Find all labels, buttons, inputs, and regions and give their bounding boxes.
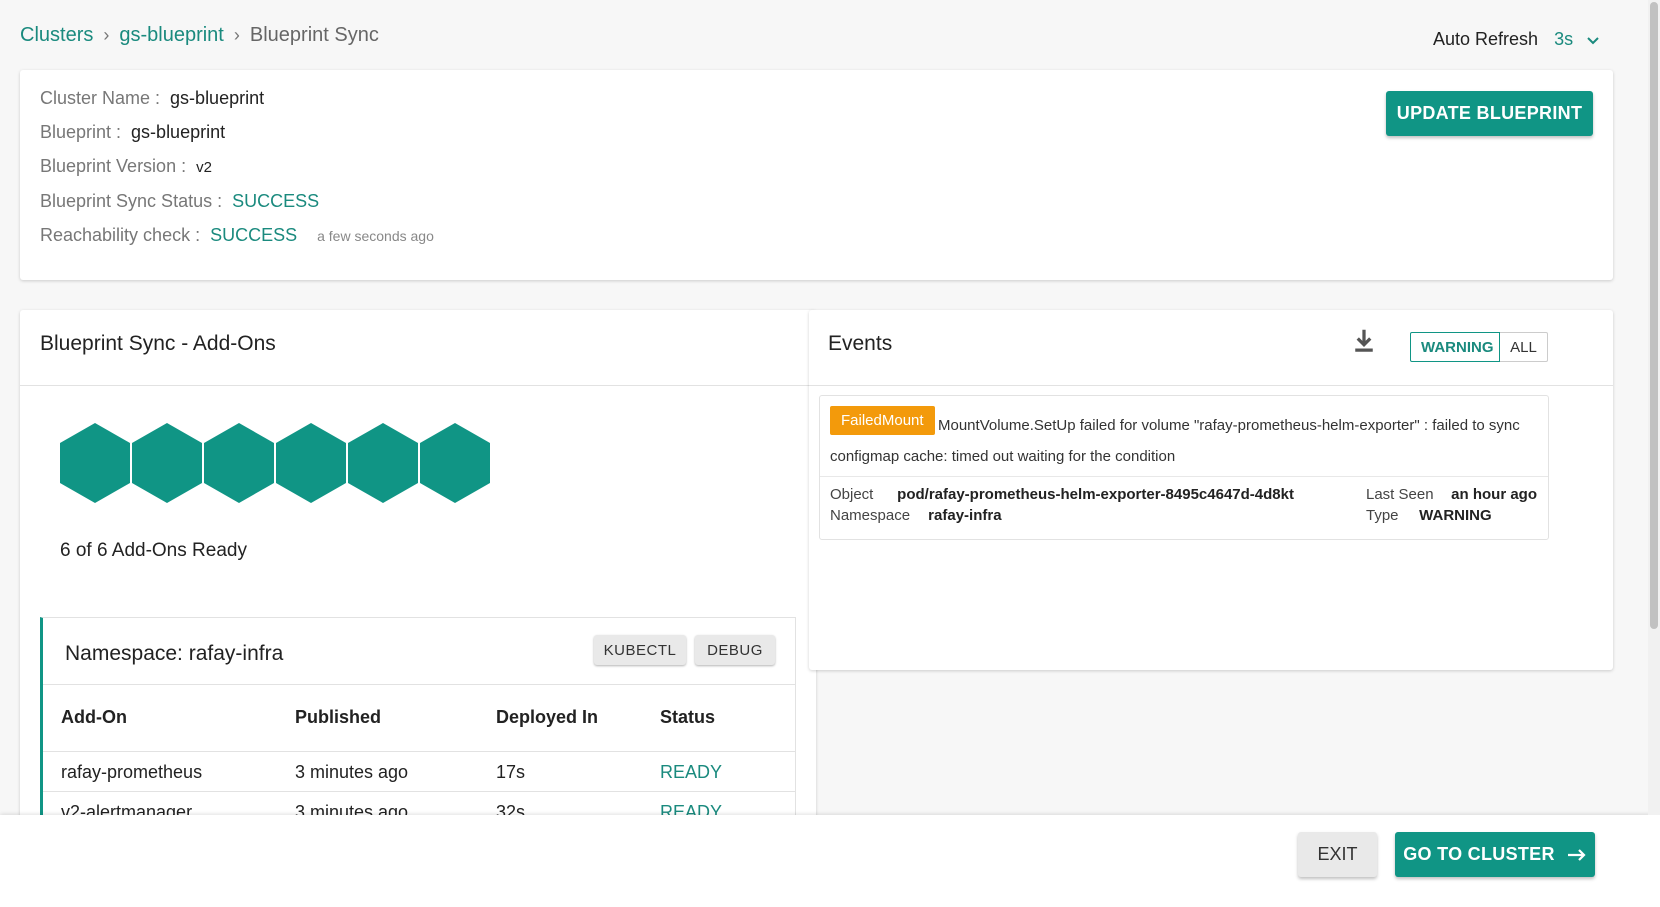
- event-message: MountVolume.SetUp failed for volume "raf…: [830, 417, 1520, 465]
- breadcrumb-clusters-link[interactable]: Clusters: [20, 24, 93, 47]
- exit-button[interactable]: EXIT: [1298, 832, 1377, 877]
- addon-status-hexagon[interactable]: [132, 423, 202, 503]
- auto-refresh-select[interactable]: Auto Refresh 3s: [1433, 29, 1601, 50]
- event-last-seen-row: Last Seen an hour ago: [1366, 486, 1537, 503]
- addons-ready-count: 6 of 6 Add-Ons Ready: [60, 540, 247, 561]
- update-blueprint-button[interactable]: UPDATE BLUEPRINT: [1386, 91, 1593, 136]
- scrollbar-thumb[interactable]: [1650, 2, 1658, 629]
- addon-status: READY: [660, 762, 723, 782]
- addons-table-header: Add-On Published Deployed In Status: [43, 684, 795, 752]
- reachability-label: Reachability check :: [40, 225, 201, 245]
- reachability-timestamp: a few seconds ago: [317, 228, 434, 244]
- event-type-value: WARNING: [1419, 507, 1492, 524]
- breadcrumb-cluster-link[interactable]: gs-blueprint: [119, 24, 224, 47]
- event-namespace-label: Namespace: [830, 507, 911, 524]
- blueprint-version-label: Blueprint Version :: [40, 156, 187, 176]
- event-last-seen-value: an hour ago: [1451, 486, 1538, 503]
- addons-card: Blueprint Sync - Add-Ons 6 of 6 Add-Ons …: [20, 310, 816, 850]
- addon-status-hexagon[interactable]: [348, 423, 418, 503]
- addon-name: rafay-prometheus: [61, 762, 203, 782]
- column-header-addon: Add-On: [61, 707, 127, 727]
- addon-status-hexagon[interactable]: [204, 423, 274, 503]
- blueprint-version-row: Blueprint Version : v2: [40, 156, 212, 177]
- event-filter-toggle: WARNING ALL: [1410, 332, 1548, 362]
- event-object-value: pod/rafay-prometheus-helm-exporter-8495c…: [897, 486, 1294, 503]
- event-type-label: Type: [1366, 507, 1399, 524]
- go-to-cluster-button[interactable]: GO TO CLUSTER: [1395, 832, 1595, 877]
- divider: [820, 476, 1548, 477]
- addon-status-hexagons: [60, 423, 492, 503]
- sync-status-label: Blueprint Sync Status :: [40, 191, 223, 211]
- blueprint-label: Blueprint :: [40, 122, 122, 142]
- footer-bar: EXIT GO TO CLUSTER: [0, 815, 1660, 907]
- event-item: MountVolume.SetUp failed for volume "raf…: [819, 395, 1549, 540]
- addon-published: 3 minutes ago: [295, 762, 409, 782]
- breadcrumb-current: Blueprint Sync: [249, 24, 379, 46]
- addon-status-hexagon[interactable]: [276, 423, 346, 503]
- column-header-status: Status: [660, 707, 716, 727]
- event-last-seen-label: Last Seen: [1366, 486, 1434, 503]
- auto-refresh-value[interactable]: 3s: [1554, 29, 1573, 50]
- sync-status-value: SUCCESS: [232, 191, 320, 211]
- cluster-name-value: gs-blueprint: [170, 88, 265, 108]
- cluster-summary-card: Cluster Name : gs-blueprint Blueprint : …: [20, 70, 1613, 280]
- go-to-cluster-label: GO TO CLUSTER: [1403, 844, 1555, 864]
- divider: [20, 385, 816, 386]
- events-card: Events WARNING ALL MountVolume.SetUp fai…: [809, 310, 1613, 670]
- chevron-down-icon[interactable]: [1585, 32, 1601, 48]
- divider: [809, 385, 1613, 386]
- arrow-right-icon: [1567, 848, 1586, 861]
- event-object-row: Object pod/rafay-prometheus-helm-exporte…: [830, 486, 1294, 503]
- addon-status-hexagon[interactable]: [60, 423, 130, 503]
- sync-status-row: Blueprint Sync Status : SUCCESS: [40, 191, 319, 212]
- addon-status-hexagon[interactable]: [420, 423, 490, 503]
- column-header-deployed-in: Deployed In: [496, 707, 599, 727]
- breadcrumb-separator: ›: [233, 25, 240, 45]
- cluster-name-label: Cluster Name :: [40, 88, 161, 108]
- addon-deployed-in: 17s: [496, 762, 526, 782]
- reachability-value: SUCCESS: [210, 225, 298, 245]
- event-namespace-value: rafay-infra: [928, 507, 1002, 524]
- auto-refresh-label: Auto Refresh: [1433, 29, 1539, 49]
- kubectl-button[interactable]: KUBECTL: [594, 635, 686, 665]
- blueprint-row: Blueprint : gs-blueprint: [40, 122, 225, 143]
- addons-card-title: Blueprint Sync - Add-Ons: [40, 332, 276, 355]
- filter-warning-button[interactable]: WARNING: [1410, 332, 1500, 362]
- event-object-label: Object: [830, 486, 874, 503]
- event-namespace-row: Namespace rafay-infra: [830, 507, 1002, 524]
- breadcrumb: Clusters › gs-blueprint › Blueprint Sync: [20, 24, 379, 47]
- cluster-name-row: Cluster Name : gs-blueprint: [40, 88, 264, 109]
- page-scrollbar[interactable]: [1648, 0, 1660, 815]
- reachability-row: Reachability check : SUCCESS a few secon…: [40, 225, 434, 246]
- breadcrumb-separator: ›: [103, 25, 110, 45]
- event-type-row: Type WARNING: [1366, 507, 1492, 524]
- debug-button[interactable]: DEBUG: [695, 635, 775, 665]
- download-icon[interactable]: [1349, 326, 1379, 356]
- namespace-title: Namespace: rafay-infra: [65, 642, 284, 665]
- filter-all-button[interactable]: ALL: [1500, 332, 1548, 362]
- event-reason-badge: FailedMount: [830, 406, 935, 435]
- blueprint-version-value: v2: [196, 159, 212, 176]
- table-row[interactable]: rafay-prometheus 3 minutes ago 17s READY: [43, 752, 795, 792]
- blueprint-value: gs-blueprint: [131, 122, 226, 142]
- column-header-published: Published: [295, 707, 382, 727]
- events-card-title: Events: [828, 332, 893, 355]
